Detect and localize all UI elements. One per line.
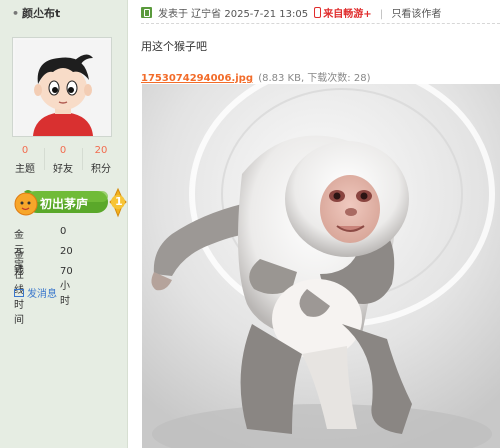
monkey-image [142,84,500,448]
stat-friends-label[interactable]: 好友 [46,160,80,175]
stat-divider [44,148,45,170]
stat-topics[interactable]: 0 主题 [8,145,42,175]
avatar-image [15,40,111,136]
post-icon [141,7,152,18]
username-text[interactable]: 颜尐布t [22,7,60,20]
send-message-label[interactable]: 发消息 [27,289,57,300]
user-sidebar: • 颜尐布t 0 主题 0 好友 20 积分 初出茅庐 1 金元宝 0 金钱 2… [0,0,128,448]
stat-topics-label[interactable]: 主题 [8,160,42,175]
info-value: 20 [60,246,73,257]
rank-level: 1 [115,195,123,208]
rank-badge-label: 初出茅庐 [40,197,89,211]
attachment-image[interactable] [142,84,500,448]
attachment: 1753074294006.jpg (8.83 KB, 下载次数: 28) [141,69,370,84]
info-value: 70 小时 [60,266,73,307]
bullet-icon: • [12,7,20,20]
attachment-info: (8.83 KB, 下载次数: 28) [258,73,371,84]
rank-badge: 初出茅庐 1 [12,186,127,220]
stat-points-label[interactable]: 积分 [84,160,118,175]
username[interactable]: • 颜尐布t [12,5,60,21]
phone-icon [314,7,322,18]
stat-divider [82,148,83,170]
stat-points[interactable]: 20 积分 [84,145,118,175]
meta-separator: | [379,9,384,20]
meta-divider [141,23,500,24]
post-meta: 发表于 辽宁省 2025-7-21 13:05 来自畅游+ | 只看该作者 [141,5,441,21]
user-stats: 0 主题 0 好友 20 积分 [0,145,128,175]
only-author-link[interactable]: 只看该作者 [391,9,441,20]
stat-friends-value[interactable]: 0 [46,145,80,156]
post-body-text: 用这个猴子吧 [141,40,207,53]
avatar[interactable] [12,37,112,137]
send-message-link[interactable]: 发消息 [14,285,57,300]
info-value: 0 [60,226,67,237]
stat-friends[interactable]: 0 好友 [46,145,80,175]
attachment-link[interactable]: 1753074294006.jpg [141,73,253,84]
envelope-icon [14,289,24,297]
stat-points-value[interactable]: 20 [84,145,118,156]
post-time: 发表于 辽宁省 2025-7-21 13:05 [158,9,309,20]
stat-topics-value[interactable]: 0 [8,145,42,156]
post-source-link[interactable]: 来自畅游+ [323,9,371,20]
